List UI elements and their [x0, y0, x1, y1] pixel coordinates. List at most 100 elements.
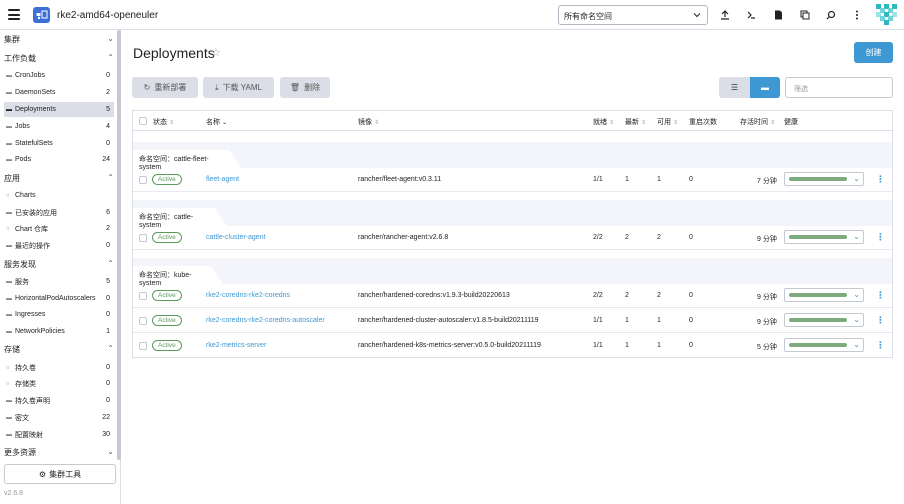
cluster-icon[interactable] [33, 7, 50, 23]
chevron-down-icon: ⌄ [853, 340, 860, 349]
sidebar-item-networkpolicies[interactable]: ▬ NetworkPolicies 1 [4, 324, 114, 339]
cluster-tools-button[interactable]: ⚙ 集群工具 [4, 464, 116, 484]
sidebar-item-installed-apps[interactable]: ▬ 已安装的应用 6 [4, 205, 114, 220]
sidebar-item-jobs[interactable]: ▬ Jobs 4 [4, 119, 114, 134]
more-vert-icon[interactable] [850, 8, 864, 22]
sidebar-scrollbar[interactable] [117, 30, 121, 460]
health-dropdown[interactable]: ⌄ [784, 288, 864, 302]
sidebar-group-label: 更多资源 [4, 448, 36, 457]
sidebar-group-apps[interactable]: 应用 ⌃ [4, 173, 114, 187]
sidebar-item-persistent-volumes[interactable]: ○ 持久卷 0 [4, 360, 114, 375]
sidebar-item-pods[interactable]: ▬ Pods 24 [4, 152, 114, 167]
table-row[interactable]: Active cattle-cluster-agent rancher/ranc… [133, 226, 892, 250]
restarts-cell: 0 [689, 317, 693, 324]
row-checkbox[interactable] [139, 342, 147, 350]
sidebar-item-deployments[interactable]: ▬ Deployments 5 [4, 102, 114, 117]
sidebar-group-storage[interactable]: 存储 ⌃ [4, 344, 114, 358]
column-available[interactable]: 可用 ⇕ [657, 117, 678, 127]
list-icon: ☰ [730, 83, 739, 92]
health-dropdown[interactable]: ⌄ [784, 230, 864, 244]
sidebar-group-cluster[interactable]: 集群 ⌄ [4, 34, 114, 48]
table-row[interactable]: Active rke2-coredns-rke2-coredns rancher… [133, 284, 892, 308]
sidebar-item-pvc[interactable]: ▬ 持久卷声明 0 [4, 393, 114, 408]
sidebar-item-label: 最近的操作 [15, 242, 50, 250]
column-state[interactable]: 状态 ⇕ [153, 117, 174, 127]
download-icon: ⤓ [215, 82, 219, 92]
sidebar-item-ingresses[interactable]: ▬ Ingresses 0 [4, 307, 114, 322]
sidebar-item-configmaps[interactable]: ▬ 配置映射 30 [4, 427, 114, 442]
health-dropdown[interactable]: ⌄ [784, 172, 864, 186]
redeploy-button[interactable]: ↻ 重新部署 [132, 77, 198, 98]
folder-icon: ▬ [6, 209, 12, 216]
column-name[interactable]: 名称 ⌄ [206, 117, 227, 127]
kubectl-shell-icon[interactable] [744, 8, 758, 22]
available-cell: 1 [657, 317, 661, 324]
sidebar-item-secrets[interactable]: ▬ 密文 22 [4, 410, 114, 425]
column-age[interactable]: 存活时间 ⇕ [740, 117, 775, 127]
health-bar [789, 235, 847, 239]
sidebar-group-workloads[interactable]: 工作负载 ⌃ [4, 53, 114, 67]
deployment-name-link[interactable]: cattle-cluster-agent [206, 234, 266, 241]
folder-icon: ▬ [6, 106, 12, 113]
sidebar-item-count: 5 [106, 106, 110, 113]
download-yaml-button[interactable]: ⤓ 下载 YAML [203, 77, 274, 98]
group-by-namespace-toggle[interactable]: ▬ [750, 77, 780, 98]
sidebar-item-label: 密文 [15, 414, 29, 422]
list-view-toggle[interactable]: ☰ [719, 77, 750, 98]
copy-icon[interactable] [798, 8, 812, 22]
row-checkbox[interactable] [139, 176, 147, 184]
search-icon[interactable] [824, 8, 838, 22]
table-row[interactable]: Active fleet-agent rancher/fleet-agent:v… [133, 168, 892, 192]
deployment-name-link[interactable]: fleet-agent [206, 176, 239, 183]
column-restarts[interactable]: 重启次数 [689, 117, 717, 127]
table-row[interactable]: Active rke2-coredns-rke2-coredns-autosca… [133, 309, 892, 333]
star-icon[interactable]: ☆ [211, 46, 221, 59]
sidebar-item-label: Deployments [15, 106, 56, 113]
sidebar-item-storage-classes[interactable]: ○ 存储类 0 [4, 376, 114, 391]
filter-input[interactable]: 筛选 [785, 77, 893, 98]
row-actions-icon[interactable]: ⋮ [876, 340, 885, 351]
table-row[interactable]: Active rke2-metrics-server rancher/harde… [133, 334, 892, 358]
create-button[interactable]: 创建 [854, 42, 893, 63]
deployment-name-link[interactable]: rke2-coredns-rke2-coredns [206, 292, 290, 299]
file-icon[interactable] [771, 8, 785, 22]
row-checkbox[interactable] [139, 292, 147, 300]
sidebar-item-recent-operations[interactable]: ▬ 最近的操作 0 [4, 238, 114, 253]
sidebar-group-service-discovery[interactable]: 服务发现 ⌃ [4, 259, 114, 273]
menu-icon[interactable] [8, 9, 20, 20]
row-actions-icon[interactable]: ⋮ [876, 232, 885, 243]
namespace-select-value: 所有命名空间 [564, 12, 612, 21]
row-actions-icon[interactable]: ⋮ [876, 174, 885, 185]
column-ready[interactable]: 就绪 ⇕ [593, 117, 614, 127]
row-actions-icon[interactable]: ⋮ [876, 290, 885, 301]
namespace-select[interactable]: 所有命名空间 [558, 5, 708, 25]
column-image[interactable]: 镜像 ⇕ [358, 117, 379, 127]
sidebar-group-more[interactable]: 更多资源 ⌄ [4, 447, 114, 461]
sidebar-item-daemonsets[interactable]: ▬ DaemonSets 2 [4, 85, 114, 100]
upload-icon[interactable] [718, 8, 732, 22]
sidebar-item-cronjobs[interactable]: ▬ CronJobs 0 [4, 68, 114, 83]
sidebar-item-charts[interactable]: ○ Charts [4, 188, 114, 203]
sidebar-item-hpa[interactable]: ▬ HorizontalPodAutoscalers 0 [4, 291, 114, 306]
health-dropdown[interactable]: ⌄ [784, 338, 864, 352]
row-checkbox[interactable] [139, 234, 147, 242]
select-all-checkbox[interactable] [139, 117, 147, 125]
sidebar-item-chart-repos[interactable]: ○ Chart 仓库 2 [4, 221, 114, 236]
deployment-name-link[interactable]: rke2-metrics-server [206, 342, 266, 349]
folder-icon: ▬ [6, 328, 12, 335]
restarts-cell: 0 [689, 292, 693, 299]
row-actions-icon[interactable]: ⋮ [876, 315, 885, 326]
sidebar-item-count: 2 [106, 225, 110, 232]
filter-placeholder: 筛选 [794, 86, 808, 93]
deployment-name-link[interactable]: rke2-coredns-rke2-coredns-autoscaler [206, 317, 325, 324]
delete-button[interactable]: 🗑 删除 [280, 77, 330, 98]
column-health: 健康 [784, 117, 798, 127]
health-dropdown[interactable]: ⌄ [784, 313, 864, 327]
chevron-down-icon: ⌄ [107, 447, 114, 456]
column-label: 镜像 [358, 119, 372, 126]
sidebar-item-statefulsets[interactable]: ▬ StatefulSets 0 [4, 136, 114, 151]
rancher-logo-icon[interactable] [876, 4, 897, 25]
sidebar-item-services[interactable]: ▬ 服务 5 [4, 274, 114, 289]
column-up-to-date[interactable]: 最新 ⇕ [625, 117, 646, 127]
row-checkbox[interactable] [139, 317, 147, 325]
